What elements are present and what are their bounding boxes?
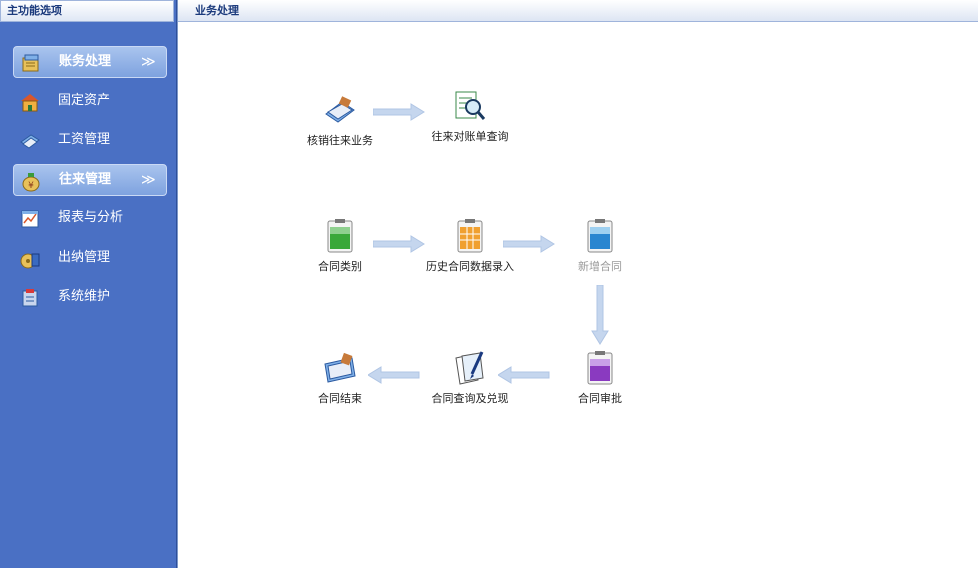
node-label: 合同查询及兑现 bbox=[431, 392, 509, 405]
money-bag-icon: ¥ bbox=[22, 173, 40, 192]
payroll-icon bbox=[20, 134, 40, 149]
chevron-right-icon: ≫ bbox=[141, 172, 156, 188]
node-contract-query[interactable]: 合同查询及兑现 bbox=[420, 350, 520, 406]
sidebar-item-payroll[interactable]: 工资管理 bbox=[13, 125, 167, 157]
flow-arrow-right-icon bbox=[503, 235, 555, 253]
write-off-icon bbox=[325, 96, 355, 123]
sidebar-item-label: 工资管理 bbox=[58, 132, 111, 147]
sidebar-item-label: 出纳管理 bbox=[58, 250, 111, 265]
building-icon bbox=[21, 94, 39, 112]
report-icon bbox=[21, 210, 39, 228]
blue-clipboard-icon bbox=[587, 219, 613, 253]
green-clipboard-icon bbox=[327, 219, 353, 253]
sidebar-title: 主功能选项 bbox=[0, 0, 174, 22]
sidebar: 主功能选项 账务处理 ≫ 固定资产 工资管理 ¥ 往来管理 ≫ 报表与分析 出纳… bbox=[0, 0, 177, 568]
node-label: 核销往来业务 bbox=[307, 134, 373, 147]
cashier-icon bbox=[20, 253, 40, 269]
node-contract-approval[interactable]: 合同审批 bbox=[550, 350, 650, 406]
purple-clipboard-icon bbox=[587, 351, 613, 385]
sidebar-item-label: 往来管理 bbox=[59, 172, 112, 187]
document-pen-icon bbox=[455, 351, 484, 385]
svg-text:¥: ¥ bbox=[28, 181, 34, 191]
node-statement-query[interactable]: 往来对账单查询 bbox=[420, 88, 520, 144]
node-label: 合同类别 bbox=[318, 260, 362, 273]
sidebar-item-system-maintenance[interactable]: 系统维护 bbox=[13, 282, 167, 314]
maintenance-icon bbox=[22, 289, 38, 307]
flow-arrow-down-icon bbox=[591, 285, 609, 345]
node-label: 往来对账单查询 bbox=[431, 130, 509, 143]
node-label: 合同审批 bbox=[578, 392, 622, 405]
main-panel: 业务处理 核销往来业务 往来对账单查询 合同类别 历史合同数据录入 新增合同 合… bbox=[177, 0, 979, 568]
page-title: 业务处理 bbox=[178, 0, 978, 22]
sidebar-item-label: 系统维护 bbox=[58, 289, 111, 304]
sidebar-item-reports[interactable]: 报表与分析 bbox=[13, 203, 167, 235]
magnifier-sheet-icon bbox=[455, 91, 486, 120]
sidebar-item-accounting[interactable]: 账务处理 ≫ bbox=[13, 46, 167, 78]
flow-arrow-right-icon bbox=[373, 235, 425, 253]
node-label: 历史合同数据录入 bbox=[426, 260, 514, 273]
flow-arrow-right-icon bbox=[373, 103, 425, 121]
node-label: 新增合同 bbox=[578, 260, 622, 273]
node-new-contract[interactable]: 新增合同 bbox=[550, 218, 650, 274]
sidebar-item-label: 账务处理 bbox=[59, 54, 112, 69]
orange-clipboard-icon bbox=[457, 219, 483, 253]
sidebar-item-label: 报表与分析 bbox=[58, 210, 124, 225]
node-contract-end[interactable]: 合同结束 bbox=[290, 350, 390, 406]
sidebar-item-receivables[interactable]: ¥ 往来管理 ≫ bbox=[13, 164, 167, 196]
ledger-icon bbox=[22, 54, 39, 72]
sidebar-item-label: 固定资产 bbox=[58, 93, 111, 108]
chevron-right-icon: ≫ bbox=[141, 54, 156, 70]
contract-end-icon bbox=[324, 352, 356, 383]
sidebar-item-fixed-assets[interactable]: 固定资产 bbox=[13, 86, 167, 118]
sidebar-item-cashier[interactable]: 出纳管理 bbox=[13, 243, 167, 275]
node-label: 合同结束 bbox=[318, 392, 362, 405]
